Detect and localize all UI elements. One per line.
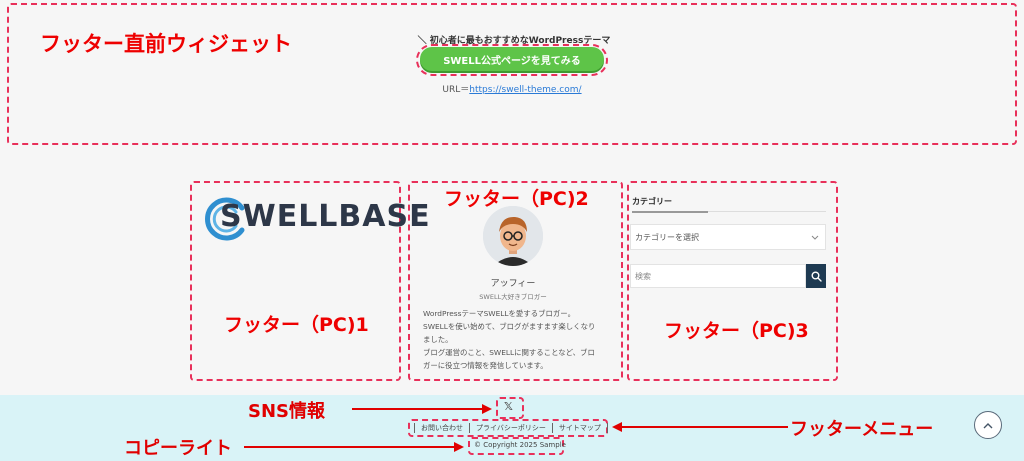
category-underline (632, 211, 826, 213)
copyright-text: © Copyright 2025 Sample (474, 441, 566, 449)
annotation-pre-footer: フッター直前ウィジェット (40, 32, 292, 56)
author-subtitle: SWELL大好きブロガー (479, 293, 547, 301)
category-select[interactable]: カテゴリーを選択 (630, 224, 826, 250)
swellbase-logo: SWELLBASE (204, 196, 430, 242)
category-title: カテゴリー (632, 197, 672, 206)
annotation-footer-pc3: フッター（PC)3 (664, 320, 809, 342)
menu-item-sitemap[interactable]: サイトマップ (551, 423, 608, 433)
bio-line: ガーに役立つ情報を発信しています。 (423, 361, 548, 370)
annotation-footer-menu: フッターメニュー (790, 419, 934, 440)
arrow-left-icon (612, 422, 788, 432)
annotation-sns: SNS情報 (248, 401, 325, 422)
swell-official-button[interactable]: SWELL公式ページを見てみる (420, 47, 604, 71)
url-line: URL＝https://swell-theme.com/ (420, 82, 604, 95)
category-select-value: カテゴリーを選択 (635, 232, 699, 242)
chevron-down-icon (811, 235, 819, 240)
author-name: アッフィー (490, 279, 536, 289)
search-button[interactable] (806, 264, 826, 288)
logo-text: SWELLBASE (220, 199, 431, 234)
footer-menu: お問い合わせ プライバシーポリシー サイトマップ (414, 422, 608, 434)
arrow-right-icon (352, 404, 492, 414)
url-prefix: URL＝ (442, 85, 470, 95)
arrow-right-icon (244, 442, 464, 452)
annotation-copyright: コピーライト (124, 438, 232, 459)
avatar-face-icon (483, 206, 543, 266)
bio-line: WordPressテーマSWELLを愛するブロガー。 (423, 309, 575, 318)
swell-theme-link[interactable]: https://swell-theme.com/ (469, 85, 581, 95)
search-icon (811, 271, 822, 282)
page-top-button[interactable] (974, 411, 1002, 439)
annotation-footer-pc1: フッター（PC)1 (224, 314, 369, 336)
bio-line: ブログ運営のこと、SWELLに関することなど、ブロ (423, 348, 595, 357)
x-icon[interactable]: 𝕏 (504, 400, 513, 413)
menu-item-contact[interactable]: お問い合わせ (414, 423, 469, 433)
avatar (483, 206, 543, 266)
author-bio: WordPressテーマSWELLを愛するブロガー。 SWELLを使い始めて、ブ… (423, 307, 619, 372)
menu-item-privacy[interactable]: プライバシーポリシー (469, 423, 552, 433)
bio-line: ました。 (423, 335, 453, 344)
search-input[interactable]: 検索 (630, 264, 806, 288)
search-placeholder: 検索 (635, 271, 651, 281)
bio-line: SWELLを使い始めて、ブログがますます楽しくなり (423, 322, 596, 331)
chevron-up-icon (983, 422, 993, 428)
